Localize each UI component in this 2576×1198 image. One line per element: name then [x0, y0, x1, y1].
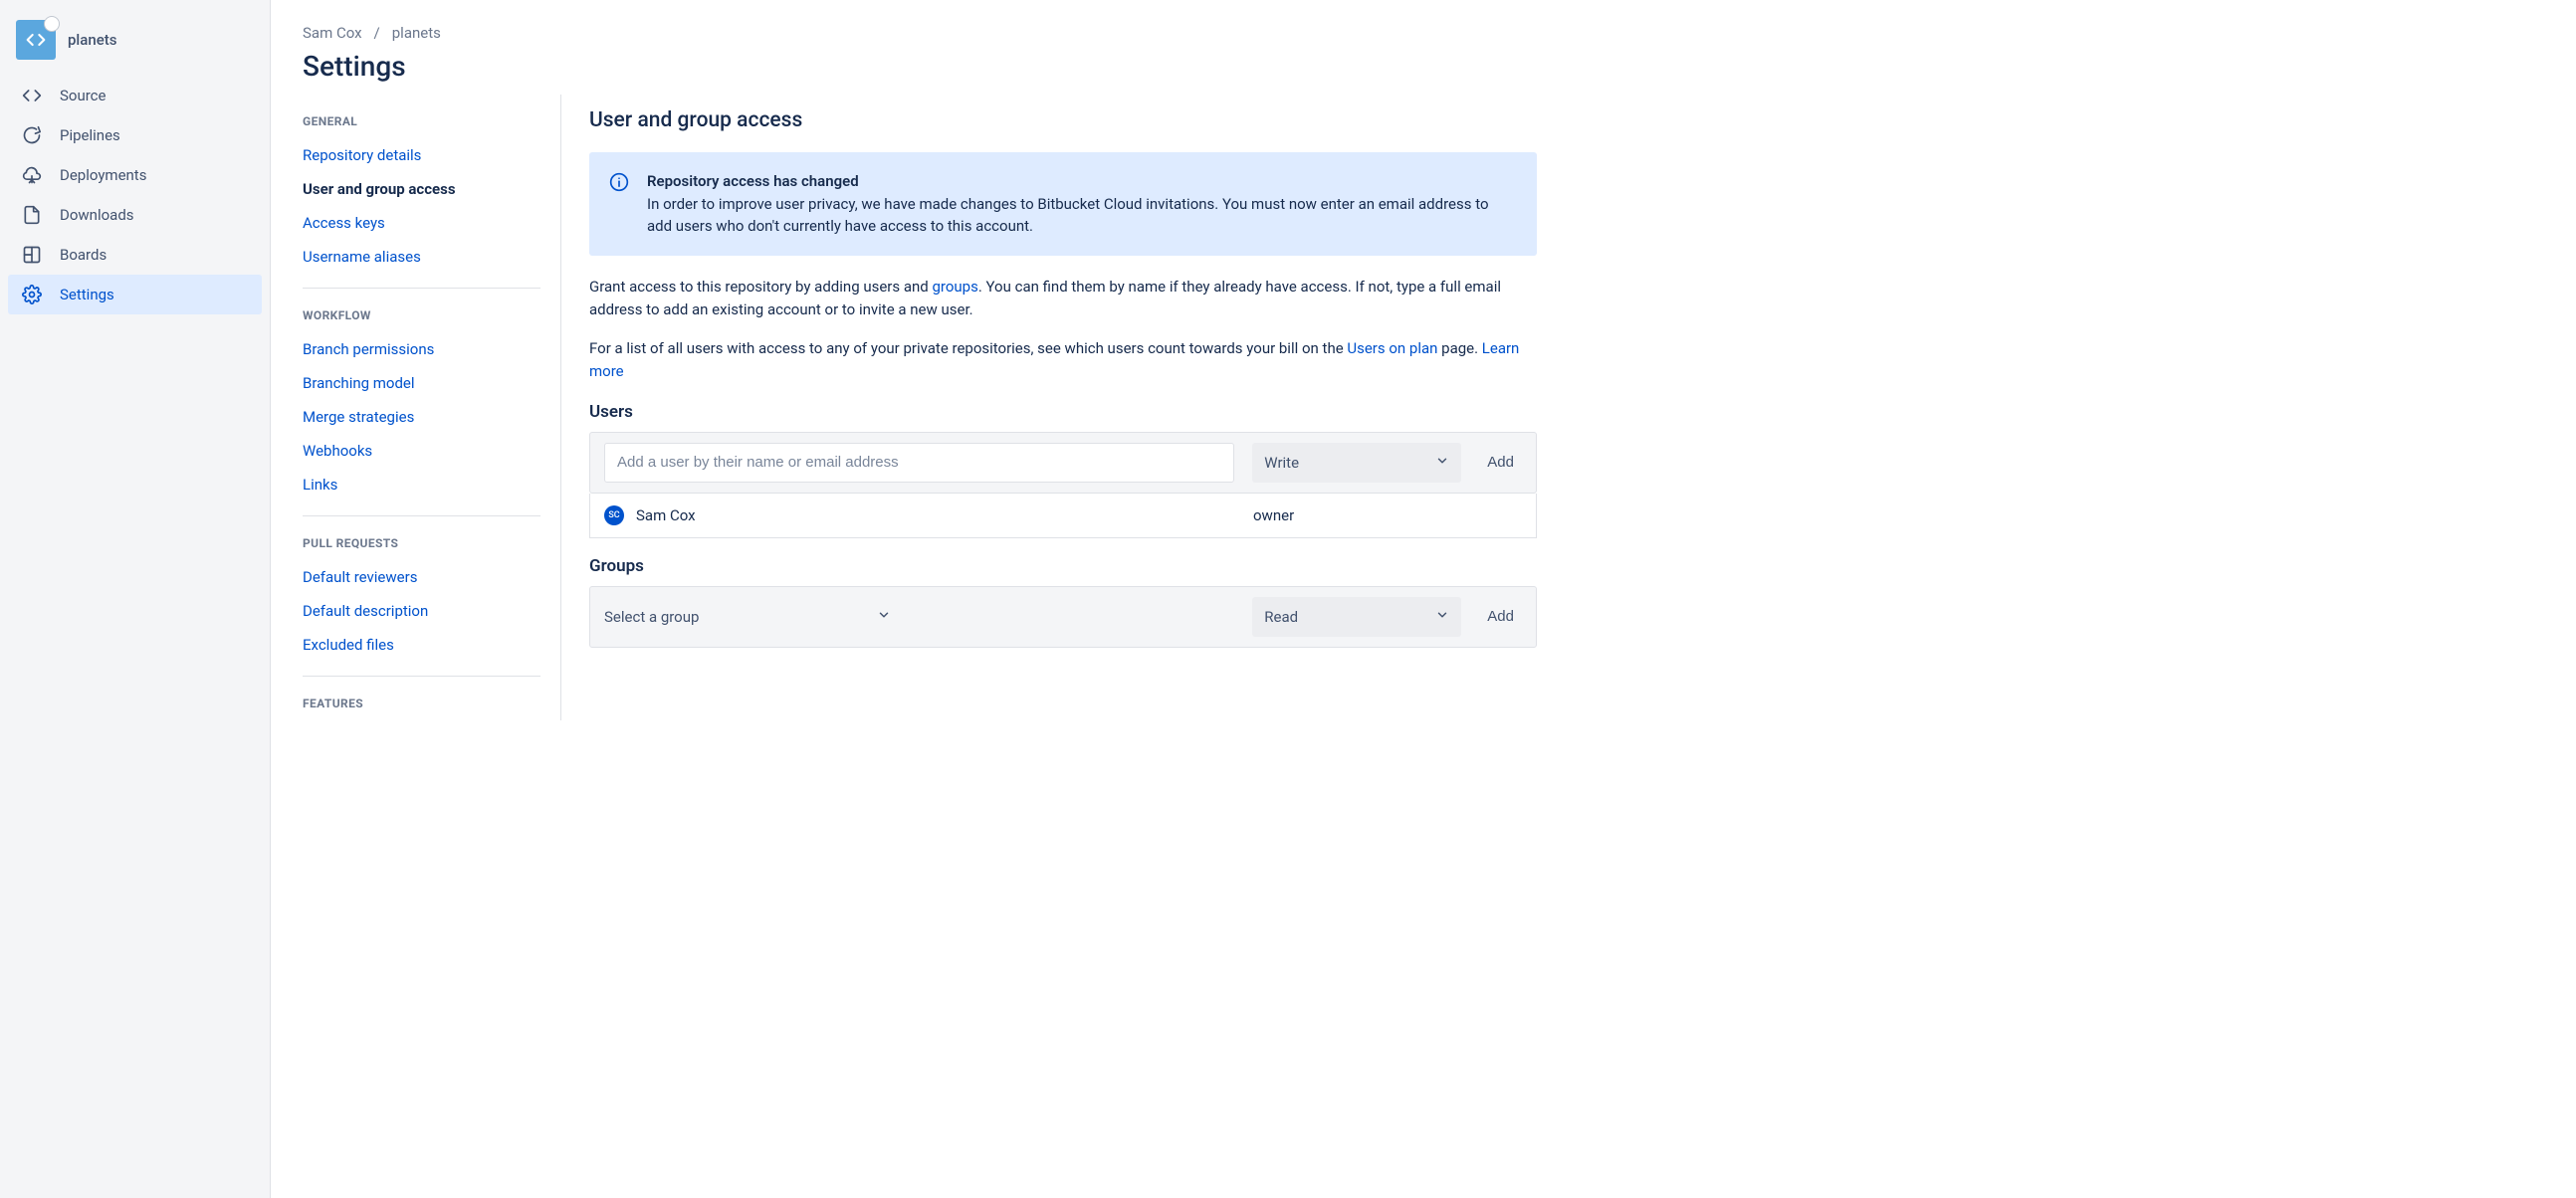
settings-link-default-description[interactable]: Default description	[303, 594, 540, 628]
add-group-button[interactable]: Add	[1479, 608, 1522, 625]
info-icon	[609, 170, 629, 238]
user-permission-value: Write	[1264, 454, 1299, 472]
settings-link-excluded-files[interactable]: Excluded files	[303, 628, 540, 662]
breadcrumb-separator: /	[374, 24, 380, 42]
info-box-title: Repository access has changed	[647, 170, 1517, 193]
access-description-2: For a list of all users with access to a…	[589, 337, 1537, 384]
sidebar-item-boards[interactable]: Boards	[8, 235, 262, 275]
code-icon	[26, 30, 46, 50]
chevron-down-icon	[1435, 608, 1449, 626]
settings-nav: GENERAL Repository details User and grou…	[303, 95, 561, 720]
user-role: owner	[1253, 506, 1462, 524]
gear-icon	[20, 285, 44, 304]
group-permission-value: Read	[1264, 608, 1298, 626]
user-permission-select[interactable]: Write	[1252, 443, 1461, 483]
settings-section-general: GENERAL	[303, 95, 540, 138]
deployments-icon	[20, 165, 44, 185]
chevron-down-icon	[1435, 454, 1449, 472]
sidebar-item-label: Source	[60, 87, 106, 104]
breadcrumb-repo[interactable]: planets	[392, 24, 441, 42]
group-select-value: Select a group	[604, 608, 699, 626]
breadcrumb: Sam Cox / planets	[303, 24, 2536, 42]
add-user-input[interactable]	[604, 443, 1234, 483]
info-box: Repository access has changed In order t…	[589, 152, 1537, 256]
settings-link-branching-model[interactable]: Branching model	[303, 366, 540, 400]
page-title: Settings	[303, 50, 2536, 83]
main-content: Sam Cox / planets Settings GENERAL Repos…	[271, 0, 2576, 1198]
users-on-plan-link[interactable]: Users on plan	[1347, 339, 1437, 357]
sidebar-item-label: Settings	[60, 286, 114, 303]
settings-link-repository-details[interactable]: Repository details	[303, 138, 540, 172]
sidebar-item-label: Deployments	[60, 166, 146, 184]
sidebar-item-settings[interactable]: Settings	[8, 275, 262, 314]
lock-icon	[44, 16, 60, 32]
settings-section-pull-requests: PULL REQUESTS	[303, 516, 540, 560]
sidebar-item-label: Boards	[60, 246, 107, 264]
user-row: SC Sam Cox owner	[589, 494, 1537, 538]
settings-link-default-reviewers[interactable]: Default reviewers	[303, 560, 540, 594]
sidebar-item-label: Downloads	[60, 206, 134, 224]
sidebar-item-source[interactable]: Source	[8, 76, 262, 115]
boards-icon	[20, 245, 44, 265]
settings-link-links[interactable]: Links	[303, 468, 540, 501]
add-user-button[interactable]: Add	[1479, 454, 1522, 471]
sidebar-item-pipelines[interactable]: Pipelines	[8, 115, 262, 155]
settings-link-branch-permissions[interactable]: Branch permissions	[303, 332, 540, 366]
groups-heading: Groups	[589, 556, 1537, 576]
panel-title: User and group access	[589, 108, 1537, 132]
settings-section-features: FEATURES	[303, 677, 540, 720]
downloads-icon	[20, 205, 44, 225]
settings-section-workflow: WORKFLOW	[303, 289, 540, 332]
repo-header: planets	[8, 16, 262, 76]
settings-link-webhooks[interactable]: Webhooks	[303, 434, 540, 468]
group-select[interactable]: Select a group	[604, 597, 903, 637]
settings-link-merge-strategies[interactable]: Merge strategies	[303, 400, 540, 434]
users-heading: Users	[589, 402, 1537, 422]
avatar: SC	[604, 505, 624, 525]
groups-link[interactable]: groups	[932, 278, 977, 296]
chevron-down-icon	[877, 608, 891, 626]
repo-avatar	[16, 20, 56, 60]
breadcrumb-owner[interactable]: Sam Cox	[303, 24, 362, 42]
left-sidebar: planets Source Pipelines Deployments Dow…	[0, 0, 271, 1198]
add-group-row: Select a group Read Add	[589, 586, 1537, 648]
settings-link-access-keys[interactable]: Access keys	[303, 206, 540, 240]
pipelines-icon	[20, 125, 44, 145]
sidebar-item-deployments[interactable]: Deployments	[8, 155, 262, 195]
sidebar-item-label: Pipelines	[60, 126, 120, 144]
group-permission-select[interactable]: Read	[1252, 597, 1461, 637]
sidebar-item-downloads[interactable]: Downloads	[8, 195, 262, 235]
repo-name: planets	[68, 31, 116, 49]
add-user-row: Write Add	[589, 432, 1537, 494]
settings-link-username-aliases[interactable]: Username aliases	[303, 240, 540, 274]
access-description-1: Grant access to this repository by addin…	[589, 276, 1537, 322]
detail-panel: User and group access Repository access …	[561, 95, 1537, 720]
source-icon	[20, 86, 44, 105]
info-box-body: In order to improve user privacy, we hav…	[647, 195, 1489, 236]
user-name: Sam Cox	[636, 506, 1253, 524]
info-box-content: Repository access has changed In order t…	[647, 170, 1517, 238]
settings-link-user-group-access[interactable]: User and group access	[303, 172, 540, 206]
